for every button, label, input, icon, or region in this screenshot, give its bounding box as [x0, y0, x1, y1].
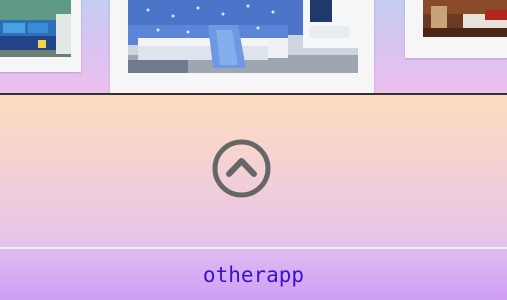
image-gallery — [0, 0, 507, 95]
gallery-thumbnail-selected[interactable] — [110, 0, 374, 93]
otherapp-link[interactable]: otherapp — [0, 263, 507, 287]
wooden-bedroom-photo — [423, 0, 507, 37]
chevron-up-circle-icon — [212, 139, 271, 198]
footer: otherapp — [0, 249, 507, 300]
kids-bed-photo — [0, 0, 71, 57]
scroll-to-top-button[interactable] — [211, 138, 272, 199]
content-panel — [0, 95, 507, 247]
blue-bedroom-photo — [128, 0, 358, 73]
gallery-thumbnail[interactable] — [0, 0, 81, 72]
gallery-thumbnail[interactable] — [405, 0, 507, 58]
